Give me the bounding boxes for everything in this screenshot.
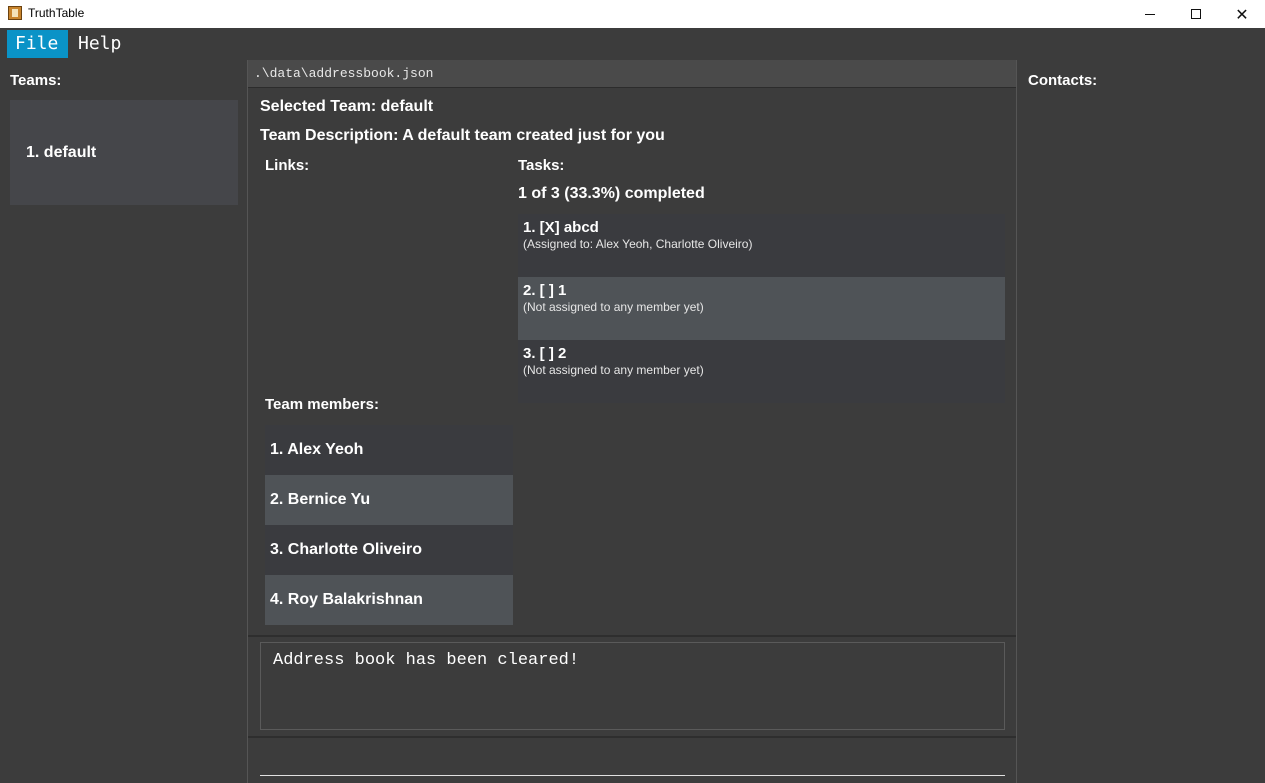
selected-team-label: Selected Team: default bbox=[260, 98, 434, 115]
close-button[interactable]: ✕ bbox=[1219, 0, 1265, 28]
task-name: 1. [X] abcd bbox=[523, 219, 599, 236]
member-item[interactable]: 3. Charlotte Oliveiro bbox=[265, 525, 513, 575]
teams-title: Teams: bbox=[10, 72, 62, 89]
task-item[interactable]: 3. [ ] 2 (Not assigned to any member yet… bbox=[518, 340, 1005, 403]
minimize-icon bbox=[1145, 13, 1155, 15]
task-assignment: (Not assigned to any member yet) bbox=[523, 363, 704, 377]
command-input[interactable] bbox=[260, 748, 1005, 776]
task-list: 1. [X] abcd (Assigned to: Alex Yeoh, Cha… bbox=[518, 214, 1005, 403]
member-item[interactable]: 4. Roy Balakrishnan bbox=[265, 575, 513, 625]
file-path: .\data\addressbook.json bbox=[254, 66, 434, 81]
task-item[interactable]: 1. [X] abcd (Assigned to: Alex Yeoh, Cha… bbox=[518, 214, 1005, 277]
team-label: 1. default bbox=[26, 144, 97, 161]
contacts-panel: Contacts: bbox=[1016, 60, 1265, 783]
maximize-icon bbox=[1191, 9, 1201, 19]
task-name: 3. [ ] 2 bbox=[523, 345, 567, 362]
member-item[interactable]: 2. Bernice Yu bbox=[265, 475, 513, 525]
team-members-title: Team members: bbox=[265, 396, 379, 413]
result-display[interactable]: Address book has been cleared! bbox=[260, 642, 1005, 730]
team-list-item[interactable]: 1. default bbox=[10, 100, 238, 205]
close-icon: ✕ bbox=[1235, 4, 1249, 24]
window-title: TruthTable bbox=[28, 6, 85, 20]
team-description: Team Description: A default team created… bbox=[260, 127, 665, 144]
divider bbox=[248, 736, 1016, 738]
file-path-bar: .\data\addressbook.json bbox=[248, 60, 1016, 88]
teams-panel: Teams: 1. default bbox=[0, 60, 248, 783]
member-item[interactable]: 1. Alex Yeoh bbox=[265, 425, 513, 475]
links-title: Links: bbox=[265, 157, 310, 174]
maximize-button[interactable] bbox=[1173, 0, 1219, 28]
contacts-title: Contacts: bbox=[1028, 72, 1098, 89]
menu-file[interactable]: File bbox=[7, 30, 68, 58]
divider bbox=[248, 635, 1016, 637]
task-item[interactable]: 2. [ ] 1 (Not assigned to any member yet… bbox=[518, 277, 1005, 340]
title-bar: TruthTable ✕ bbox=[0, 0, 1265, 28]
tasks-progress: 1 of 3 (33.3%) completed bbox=[518, 185, 705, 202]
tasks-title: Tasks: bbox=[518, 157, 565, 174]
member-list: 1. Alex Yeoh 2. Bernice Yu 3. Charlotte … bbox=[265, 425, 513, 625]
minimize-button[interactable] bbox=[1127, 0, 1173, 28]
task-assignment: (Assigned to: Alex Yeoh, Charlotte Olive… bbox=[523, 237, 753, 251]
task-name: 2. [ ] 1 bbox=[523, 282, 567, 299]
result-message: Address book has been cleared! bbox=[273, 651, 580, 670]
main-panel: .\data\addressbook.json Selected Team: d… bbox=[248, 60, 1016, 783]
menu-bar: File Help bbox=[0, 28, 1265, 60]
task-assignment: (Not assigned to any member yet) bbox=[523, 300, 704, 314]
app-icon bbox=[8, 6, 22, 20]
menu-help[interactable]: Help bbox=[70, 30, 129, 58]
